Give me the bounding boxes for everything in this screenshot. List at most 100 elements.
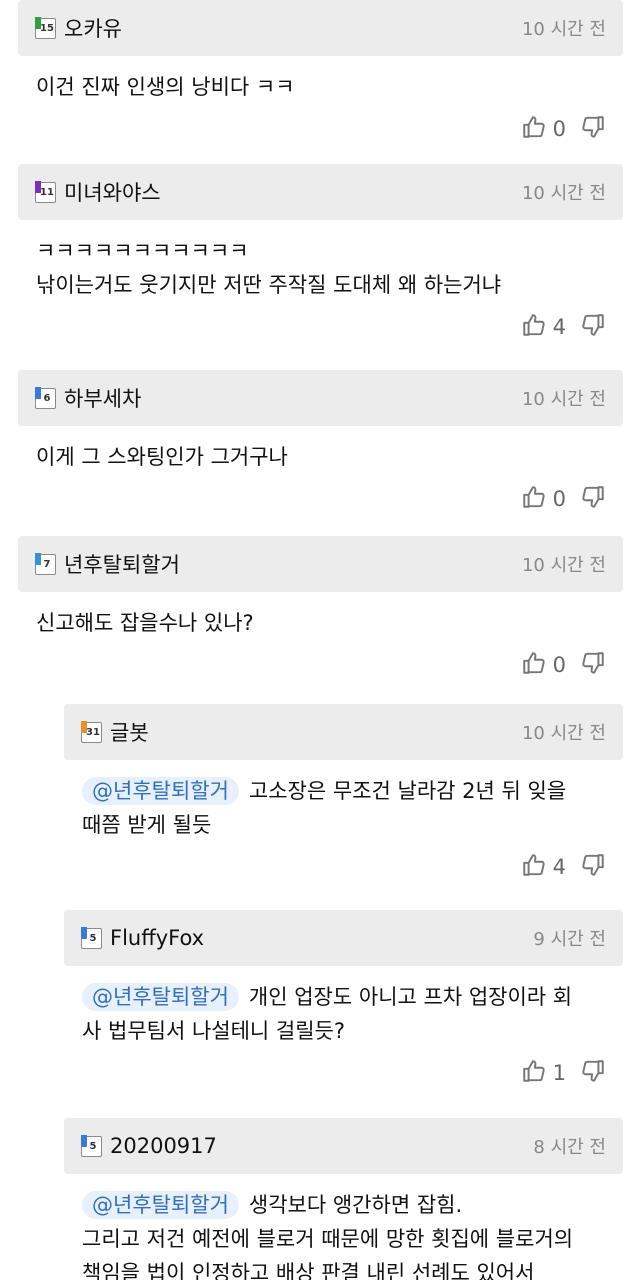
comment-item: 31 글봇 10 시간 전 @년후탈퇴할거 고소장은 무조건 날라감 2년 뒤 잊… <box>64 704 623 892</box>
thumbs-up-icon <box>521 114 547 145</box>
level-badge-icon: 6 <box>34 387 56 409</box>
username[interactable]: 글봇 <box>110 717 149 747</box>
comment-item: 5 FluffyFox 9 시간 전 @년후탈퇴할거 개인 업장도 아니고 프차 … <box>64 910 623 1098</box>
username[interactable]: 오카유 <box>64 13 122 43</box>
comment-header: 31 글봇 10 시간 전 <box>64 704 623 760</box>
comment-footer: 1 <box>64 1048 623 1098</box>
comment-header: 6 하부세차 10 시간 전 <box>18 370 623 426</box>
like-count: 4 <box>552 855 566 879</box>
comment-header: 5 20200917 8 시간 전 <box>64 1118 623 1174</box>
level-number: 6 <box>43 392 51 404</box>
comment-line: 이게 그 스와팅인가 그거구나 <box>36 445 288 469</box>
comment-body: ㅋㅋㅋㅋㅋㅋㅋㅋㅋㅋㅋ 낚이는거도 웃기지만 저딴 주작질 도대체 왜 하는거냐 <box>18 234 623 302</box>
like-count: 4 <box>552 315 566 339</box>
timestamp: 10 시간 전 <box>521 723 606 744</box>
level-number: 5 <box>89 932 97 944</box>
thumbs-up-icon <box>521 484 547 515</box>
thumbs-up-icon <box>521 312 547 343</box>
level-number: 7 <box>43 558 51 570</box>
dislike-button[interactable] <box>580 114 606 145</box>
comment-line: ㅋㅋㅋㅋㅋㅋㅋㅋㅋㅋㅋ <box>36 239 249 263</box>
comment-line: 이건 진짜 인생의 낭비다 ㅋㅋ <box>36 75 295 99</box>
like-button[interactable]: 0 <box>521 650 580 681</box>
comment-footer: 0 <box>18 640 623 690</box>
level-number: 15 <box>40 22 54 34</box>
like-button[interactable]: 4 <box>521 312 580 343</box>
comment-body: 이건 진짜 인생의 낭비다 ㅋㅋ <box>18 70 623 104</box>
username[interactable]: 미녀와야스 <box>64 177 161 207</box>
comment-list: 15 오카유 10 시간 전 이건 진짜 인생의 낭비다 ㅋㅋ 0 11 미녀와… <box>0 0 640 1280</box>
comment-item: 7 년후탈퇴할거 10 시간 전 신고해도 잡을수나 있나? 0 <box>18 536 623 690</box>
comment-item: 5 20200917 8 시간 전 @년후탈퇴할거 생각보다 앵간하면 잡힘. 그리… <box>64 1118 623 1280</box>
comment-body: @년후탈퇴할거 개인 업장도 아니고 프차 업장이라 회사 법무팀서 나설테니 걸… <box>64 980 623 1048</box>
thumbs-up-icon <box>521 650 547 681</box>
comment-line: 신고해도 잡을수나 있나? <box>36 611 254 635</box>
comment-footer: 0 <box>18 104 623 154</box>
comment-header: 15 오카유 10 시간 전 <box>18 0 623 56</box>
comment-line: @년후탈퇴할거 생각보다 앵간하면 잡힘. <box>82 1188 603 1222</box>
comment-footer: 4 <box>18 302 623 352</box>
dislike-button[interactable] <box>580 1058 606 1089</box>
thumbs-down-icon <box>580 484 606 515</box>
comment-body: 신고해도 잡을수나 있나? <box>18 606 623 640</box>
like-count: 0 <box>552 117 566 141</box>
level-badge-icon: 31 <box>80 721 102 743</box>
dislike-button[interactable] <box>580 852 606 883</box>
mention-tag[interactable]: @년후탈퇴할거 <box>82 777 239 805</box>
thumbs-down-icon <box>580 114 606 145</box>
comment-line: @년후탈퇴할거 개인 업장도 아니고 프차 업장이라 회 <box>82 980 603 1014</box>
timestamp: 10 시간 전 <box>521 19 606 40</box>
mention-tag[interactable]: @년후탈퇴할거 <box>82 983 239 1011</box>
level-number: 11 <box>40 186 54 198</box>
timestamp: 10 시간 전 <box>521 389 606 410</box>
like-button[interactable]: 1 <box>521 1058 580 1089</box>
timestamp: 10 시간 전 <box>521 183 606 204</box>
like-button[interactable]: 4 <box>521 852 580 883</box>
comment-line: 낚이는거도 웃기지만 저딴 주작질 도대체 왜 하는거냐 <box>36 273 502 297</box>
comment-line: 사 법무팀서 나설테니 걸릴듯? <box>82 1019 346 1043</box>
mention-tag[interactable]: @년후탈퇴할거 <box>82 1191 239 1219</box>
like-count: 0 <box>552 487 566 511</box>
dislike-button[interactable] <box>580 650 606 681</box>
comment-footer: 4 <box>64 842 623 892</box>
level-badge-icon: 5 <box>80 927 102 949</box>
thumbs-down-icon <box>580 312 606 343</box>
username[interactable]: 하부세차 <box>64 383 141 413</box>
thumbs-down-icon <box>580 650 606 681</box>
comment-line: 때쯤 받게 될듯 <box>82 813 212 837</box>
thumbs-up-icon <box>521 852 547 883</box>
comment-body: @년후탈퇴할거 고소장은 무조건 날라감 2년 뒤 잊을때쯤 받게 될듯 <box>64 774 623 842</box>
username[interactable]: 년후탈퇴할거 <box>64 549 180 579</box>
dislike-button[interactable] <box>580 484 606 515</box>
level-badge-icon: 7 <box>34 553 56 575</box>
comment-item: 15 오카유 10 시간 전 이건 진짜 인생의 낭비다 ㅋㅋ 0 <box>18 0 623 154</box>
timestamp: 9 시간 전 <box>533 929 606 950</box>
dislike-button[interactable] <box>580 312 606 343</box>
comment-line: @년후탈퇴할거 고소장은 무조건 날라감 2년 뒤 잊을 <box>82 774 603 808</box>
comment-body: @년후탈퇴할거 생각보다 앵간하면 잡힘. 그리고 저건 예전에 블로거 때문에 망… <box>64 1188 623 1280</box>
comment-item: 11 미녀와야스 10 시간 전 ㅋㅋㅋㅋㅋㅋㅋㅋㅋㅋㅋ 낚이는거도 웃기지만 저… <box>18 164 623 352</box>
level-number: 5 <box>89 1140 97 1152</box>
level-badge-icon: 5 <box>80 1135 102 1157</box>
username[interactable]: 20200917 <box>110 1134 217 1158</box>
level-badge-icon: 15 <box>34 17 56 39</box>
level-badge-icon: 11 <box>34 181 56 203</box>
thumbs-down-icon <box>580 852 606 883</box>
comment-header: 7 년후탈퇴할거 10 시간 전 <box>18 536 623 592</box>
comment-body: 이게 그 스와팅인가 그거구나 <box>18 440 623 474</box>
like-button[interactable]: 0 <box>521 114 580 145</box>
level-number: 31 <box>86 726 100 738</box>
comment-footer: 0 <box>18 474 623 524</box>
thumbs-down-icon <box>580 1058 606 1089</box>
thumbs-up-icon <box>521 1058 547 1089</box>
like-count: 0 <box>552 653 566 677</box>
username[interactable]: FluffyFox <box>110 926 204 950</box>
comment-line: 책임을 법이 인정하고 배상 판결 내린 선례도 있어서 <box>82 1261 535 1280</box>
like-count: 1 <box>552 1061 566 1085</box>
like-button[interactable]: 0 <box>521 484 580 515</box>
comment-header: 11 미녀와야스 10 시간 전 <box>18 164 623 220</box>
comment-line: 그리고 저건 예전에 블로거 때문에 망한 횟집에 블로거의 <box>82 1227 574 1251</box>
timestamp: 8 시간 전 <box>533 1137 606 1158</box>
comment-header: 5 FluffyFox 9 시간 전 <box>64 910 623 966</box>
comment-item: 6 하부세차 10 시간 전 이게 그 스와팅인가 그거구나 0 <box>18 370 623 524</box>
